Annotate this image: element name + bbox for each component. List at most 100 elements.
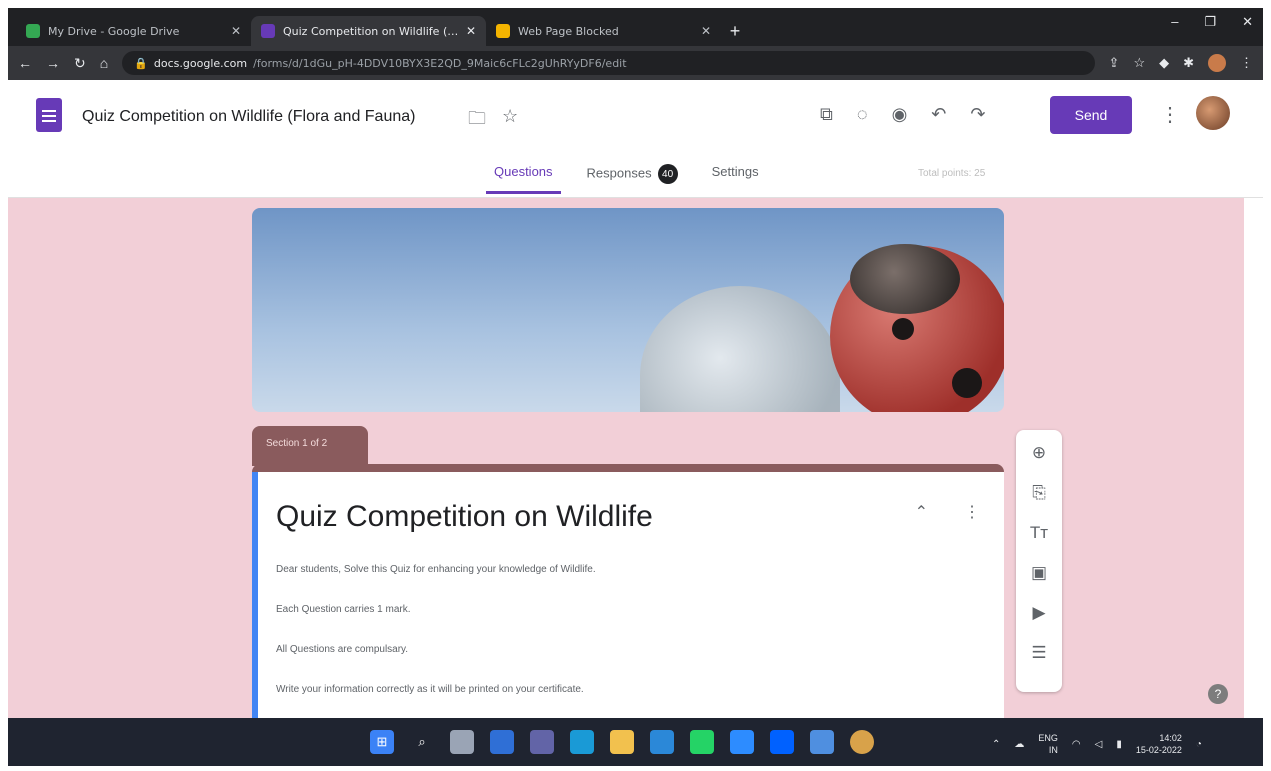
floating-toolbar: ⊕ ⎘ Tт ▣ ▶ ☰ bbox=[1016, 430, 1062, 692]
section-description-line[interactable]: All Questions are compulsary. bbox=[276, 644, 408, 655]
section-more-icon[interactable]: ⋮ bbox=[964, 502, 980, 522]
banner-ladybug-spot bbox=[892, 318, 914, 340]
browser-tab-drive[interactable]: My Drive - Google Drive ✕ bbox=[16, 16, 251, 46]
clock-date: 15-02-2022 bbox=[1135, 745, 1182, 755]
tab-responses[interactable]: Responses 40 bbox=[579, 164, 686, 194]
tab-settings-label: Settings bbox=[711, 164, 759, 179]
drive-icon bbox=[26, 24, 40, 38]
close-tab-icon[interactable]: ✕ bbox=[231, 24, 241, 38]
file-explorer-icon[interactable] bbox=[610, 730, 634, 754]
battery-icon[interactable]: ▮ bbox=[1116, 739, 1122, 750]
puzzle-icon[interactable]: ✱ bbox=[1183, 55, 1194, 71]
add-question-icon[interactable]: ⊕ bbox=[1026, 440, 1052, 466]
close-tab-icon[interactable]: ✕ bbox=[466, 24, 476, 38]
responses-count-badge: 40 bbox=[657, 164, 678, 184]
section-description-line[interactable]: Dear students, Solve this Quiz for enhan… bbox=[276, 564, 596, 575]
language-indicator[interactable]: ENG IN bbox=[1038, 732, 1058, 756]
mail-icon[interactable] bbox=[650, 730, 674, 754]
lock-icon: 🔒 bbox=[134, 56, 148, 70]
teams-icon[interactable] bbox=[530, 730, 554, 754]
share-icon[interactable]: ⇪ bbox=[1109, 55, 1120, 71]
address-bar[interactable]: 🔒 docs.google.com /forms/d/1dGu_pH-4DDV1… bbox=[122, 51, 1095, 75]
tab-settings[interactable]: Settings bbox=[704, 164, 767, 194]
clock-time: 14:02 bbox=[1159, 733, 1182, 743]
collapse-section-icon[interactable]: ⌃ bbox=[915, 502, 928, 522]
tab-responses-label: Responses bbox=[586, 165, 652, 181]
widgets-icon[interactable] bbox=[490, 730, 514, 754]
blocked-page-icon bbox=[496, 24, 510, 38]
taskbar: ⊞ ⌕ ⌃ ☁ ENG IN ◠ ◁ ▮ 14:02 15-02-2022 ◔ bbox=[8, 718, 1263, 766]
maximize-button[interactable]: ❐ bbox=[1204, 14, 1216, 30]
header-image[interactable] bbox=[252, 208, 1004, 412]
add-video-icon[interactable]: ▶ bbox=[1026, 600, 1052, 626]
task-view-icon[interactable] bbox=[450, 730, 474, 754]
notifications-icon[interactable]: ◔ bbox=[1196, 739, 1202, 750]
minimize-button[interactable]: – bbox=[1171, 14, 1178, 30]
section-title[interactable]: Quiz Competition on Wildlife bbox=[276, 500, 653, 534]
help-icon[interactable]: ? bbox=[1208, 684, 1228, 704]
back-icon[interactable]: ← bbox=[18, 55, 32, 71]
form-title[interactable]: Quiz Competition on Wildlife (Flora and … bbox=[82, 108, 415, 126]
forms-icon bbox=[261, 24, 275, 38]
url-domain: docs.google.com bbox=[153, 56, 248, 70]
redo-icon[interactable]: ↷ bbox=[970, 104, 985, 125]
wifi-icon[interactable]: ◠ bbox=[1072, 739, 1081, 750]
onedrive-icon[interactable]: ☁ bbox=[1014, 739, 1024, 750]
system-tray: ⌃ ☁ ENG IN ◠ ◁ ▮ 14:02 15-02-2022 ◔ bbox=[992, 732, 1202, 756]
new-tab-button[interactable]: + bbox=[721, 16, 749, 46]
section-description-line[interactable]: Write your information correctly as it w… bbox=[276, 684, 584, 695]
browser-tab-strip: My Drive - Google Drive ✕ Quiz Competiti… bbox=[8, 8, 1263, 46]
send-button[interactable]: Send bbox=[1050, 96, 1132, 134]
forms-logo-icon[interactable] bbox=[36, 98, 62, 132]
tab-questions[interactable]: Questions bbox=[486, 164, 561, 194]
add-section-icon[interactable]: ☰ bbox=[1026, 640, 1052, 666]
bookmark-star-icon[interactable]: ☆ bbox=[1133, 55, 1145, 71]
store-icon[interactable] bbox=[810, 730, 834, 754]
extension-icon[interactable]: ◆ bbox=[1159, 55, 1169, 71]
browser-toolbar: ← → ↻ ⌂ 🔒 docs.google.com /forms/d/1dGu_… bbox=[8, 46, 1263, 80]
tray-chevron-icon[interactable]: ⌃ bbox=[992, 739, 1000, 750]
section-tools: ⌃ ⋮ bbox=[915, 502, 980, 522]
browser-tab-forms[interactable]: Quiz Competition on Wildlife (Fl... ✕ bbox=[251, 16, 486, 46]
forward-icon[interactable]: → bbox=[46, 55, 60, 71]
add-title-icon[interactable]: Tт bbox=[1026, 520, 1052, 546]
palette-icon[interactable]: ◌ bbox=[857, 104, 868, 125]
zoom-icon[interactable] bbox=[730, 730, 754, 754]
add-image-icon[interactable]: ▣ bbox=[1026, 560, 1052, 586]
section-indicator: Section 1 of 2 bbox=[252, 426, 368, 466]
volume-icon[interactable]: ◁ bbox=[1095, 739, 1103, 750]
banner-ladybug-head bbox=[850, 244, 960, 314]
more-options-icon[interactable]: ⋮ bbox=[1160, 102, 1180, 127]
edge-icon[interactable] bbox=[570, 730, 594, 754]
undo-icon[interactable]: ↶ bbox=[931, 104, 946, 125]
search-icon[interactable]: ⌕ bbox=[410, 730, 434, 754]
window-controls: – ❐ ✕ bbox=[1171, 14, 1253, 30]
url-path: /forms/d/1dGu_pH-4DDV10BYX3E2QD_9Maic6cF… bbox=[253, 56, 627, 70]
close-tab-icon[interactable]: ✕ bbox=[701, 24, 711, 38]
start-icon[interactable]: ⊞ bbox=[370, 730, 394, 754]
profile-avatar[interactable] bbox=[1208, 54, 1226, 72]
chrome-icon[interactable] bbox=[850, 730, 874, 754]
section-card[interactable]: Quiz Competition on Wildlife ⌃ ⋮ Dear st… bbox=[252, 472, 1004, 722]
browser-extensions: ⇪ ☆ ◆ ✱ ⋮ bbox=[1109, 54, 1253, 72]
forms-header: Quiz Competition on Wildlife (Flora and … bbox=[8, 80, 1263, 198]
account-avatar[interactable] bbox=[1196, 96, 1230, 130]
star-icon[interactable]: ☆ bbox=[502, 106, 518, 127]
chrome-menu-icon[interactable]: ⋮ bbox=[1240, 55, 1253, 71]
addons-icon[interactable]: ⧉ bbox=[820, 104, 833, 125]
form-canvas: Section 1 of 2 Quiz Competition on Wildl… bbox=[8, 198, 1244, 722]
dropbox-icon[interactable] bbox=[770, 730, 794, 754]
form-tabs: Questions Responses 40 Settings bbox=[486, 164, 767, 194]
clock[interactable]: 14:02 15-02-2022 bbox=[1136, 732, 1182, 756]
whatsapp-icon[interactable] bbox=[690, 730, 714, 754]
move-to-folder-icon[interactable]: 🗀 bbox=[468, 106, 486, 136]
home-icon[interactable]: ⌂ bbox=[100, 55, 108, 71]
region-label: IN bbox=[1048, 745, 1058, 755]
reload-icon[interactable]: ↻ bbox=[74, 55, 86, 72]
import-questions-icon[interactable]: ⎘ bbox=[1026, 480, 1052, 506]
section-description-line[interactable]: Each Question carries 1 mark. bbox=[276, 604, 411, 615]
browser-tab-blocked[interactable]: Web Page Blocked ✕ bbox=[486, 16, 721, 46]
close-window-button[interactable]: ✕ bbox=[1242, 14, 1253, 30]
preview-eye-icon[interactable]: ◉ bbox=[892, 104, 908, 125]
tab-title: Quiz Competition on Wildlife (Fl... bbox=[283, 24, 460, 38]
